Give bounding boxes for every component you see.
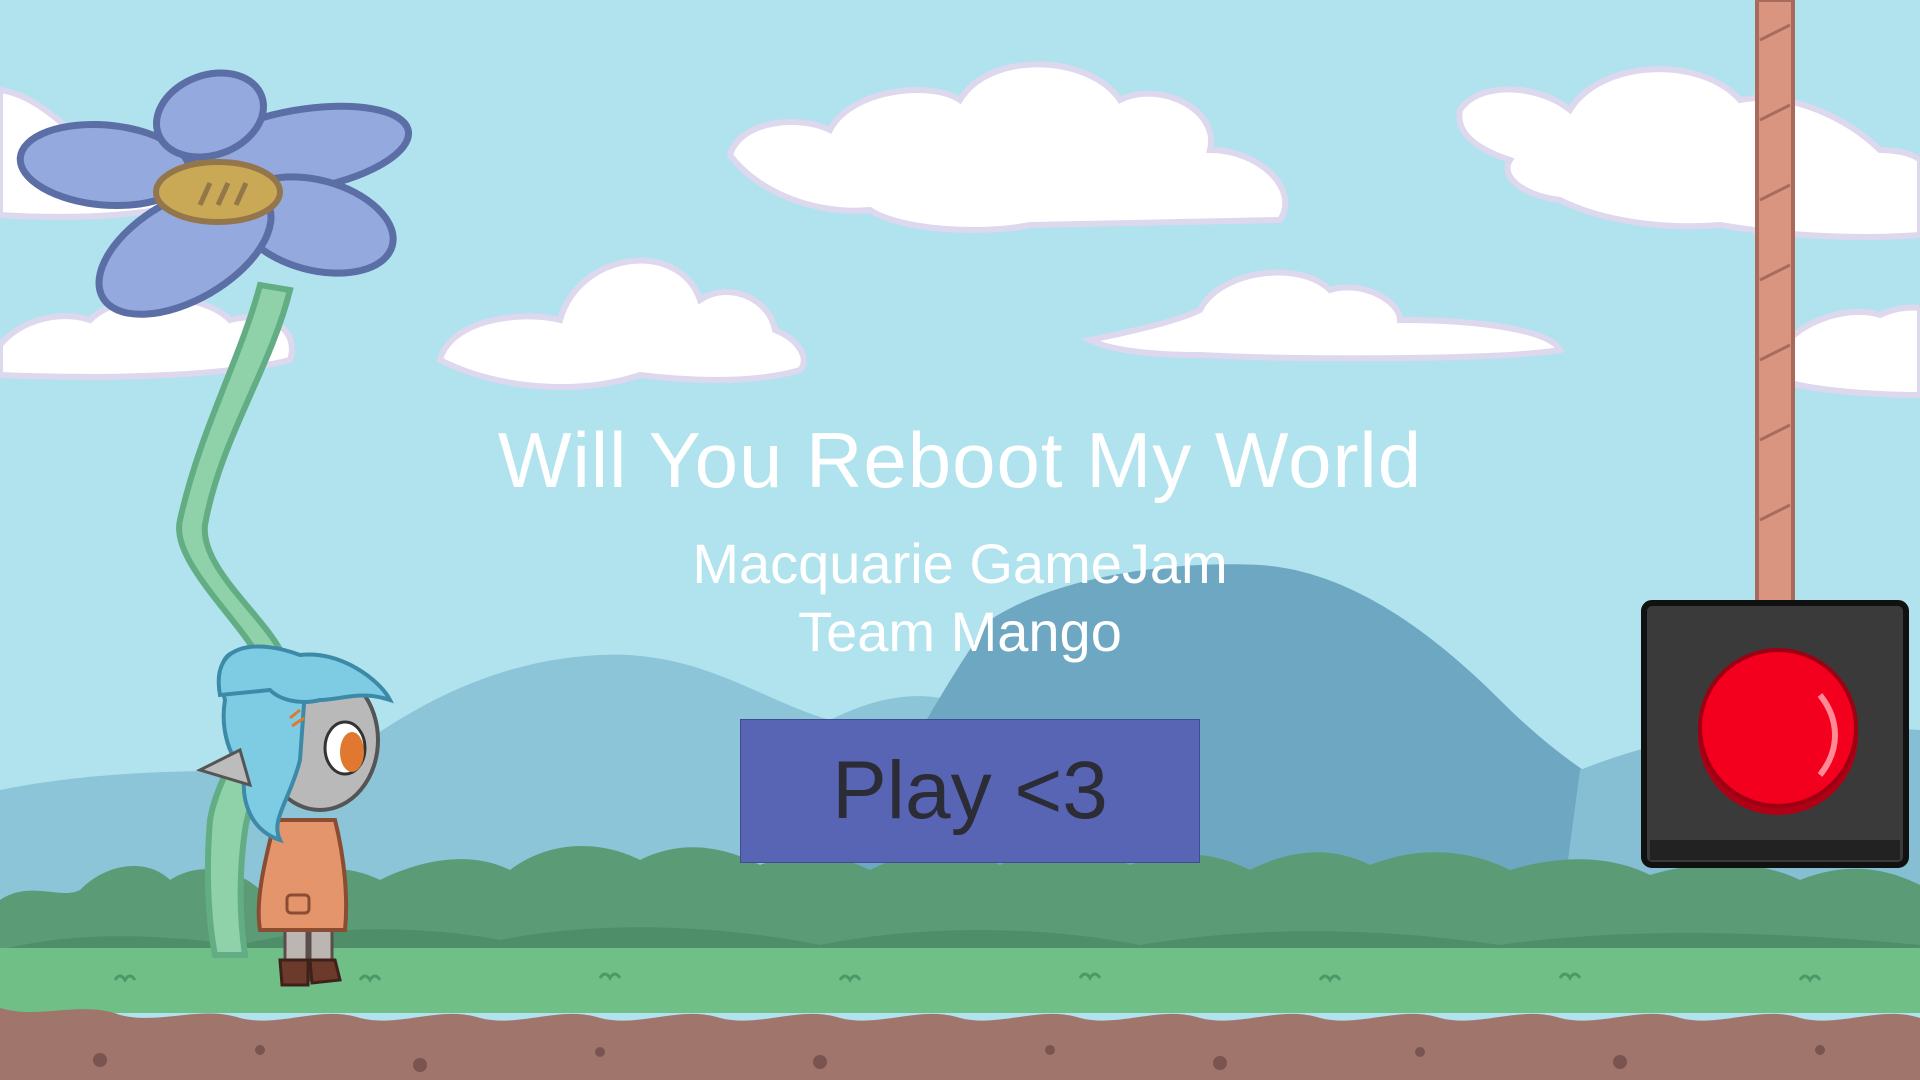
title-screen: Will You Reboot My World Macquarie GameJ… [0,0,1920,1080]
play-button[interactable]: Play <3 [740,719,1200,863]
team-name: Team Mango [798,600,1122,663]
event-name: Macquarie GameJam [692,532,1228,595]
game-title: Will You Reboot My World [497,416,1423,504]
rope [1755,0,1795,607]
play-button-label: Play <3 [832,745,1108,836]
credits: Macquarie GameJam Team Mango [0,530,1920,666]
